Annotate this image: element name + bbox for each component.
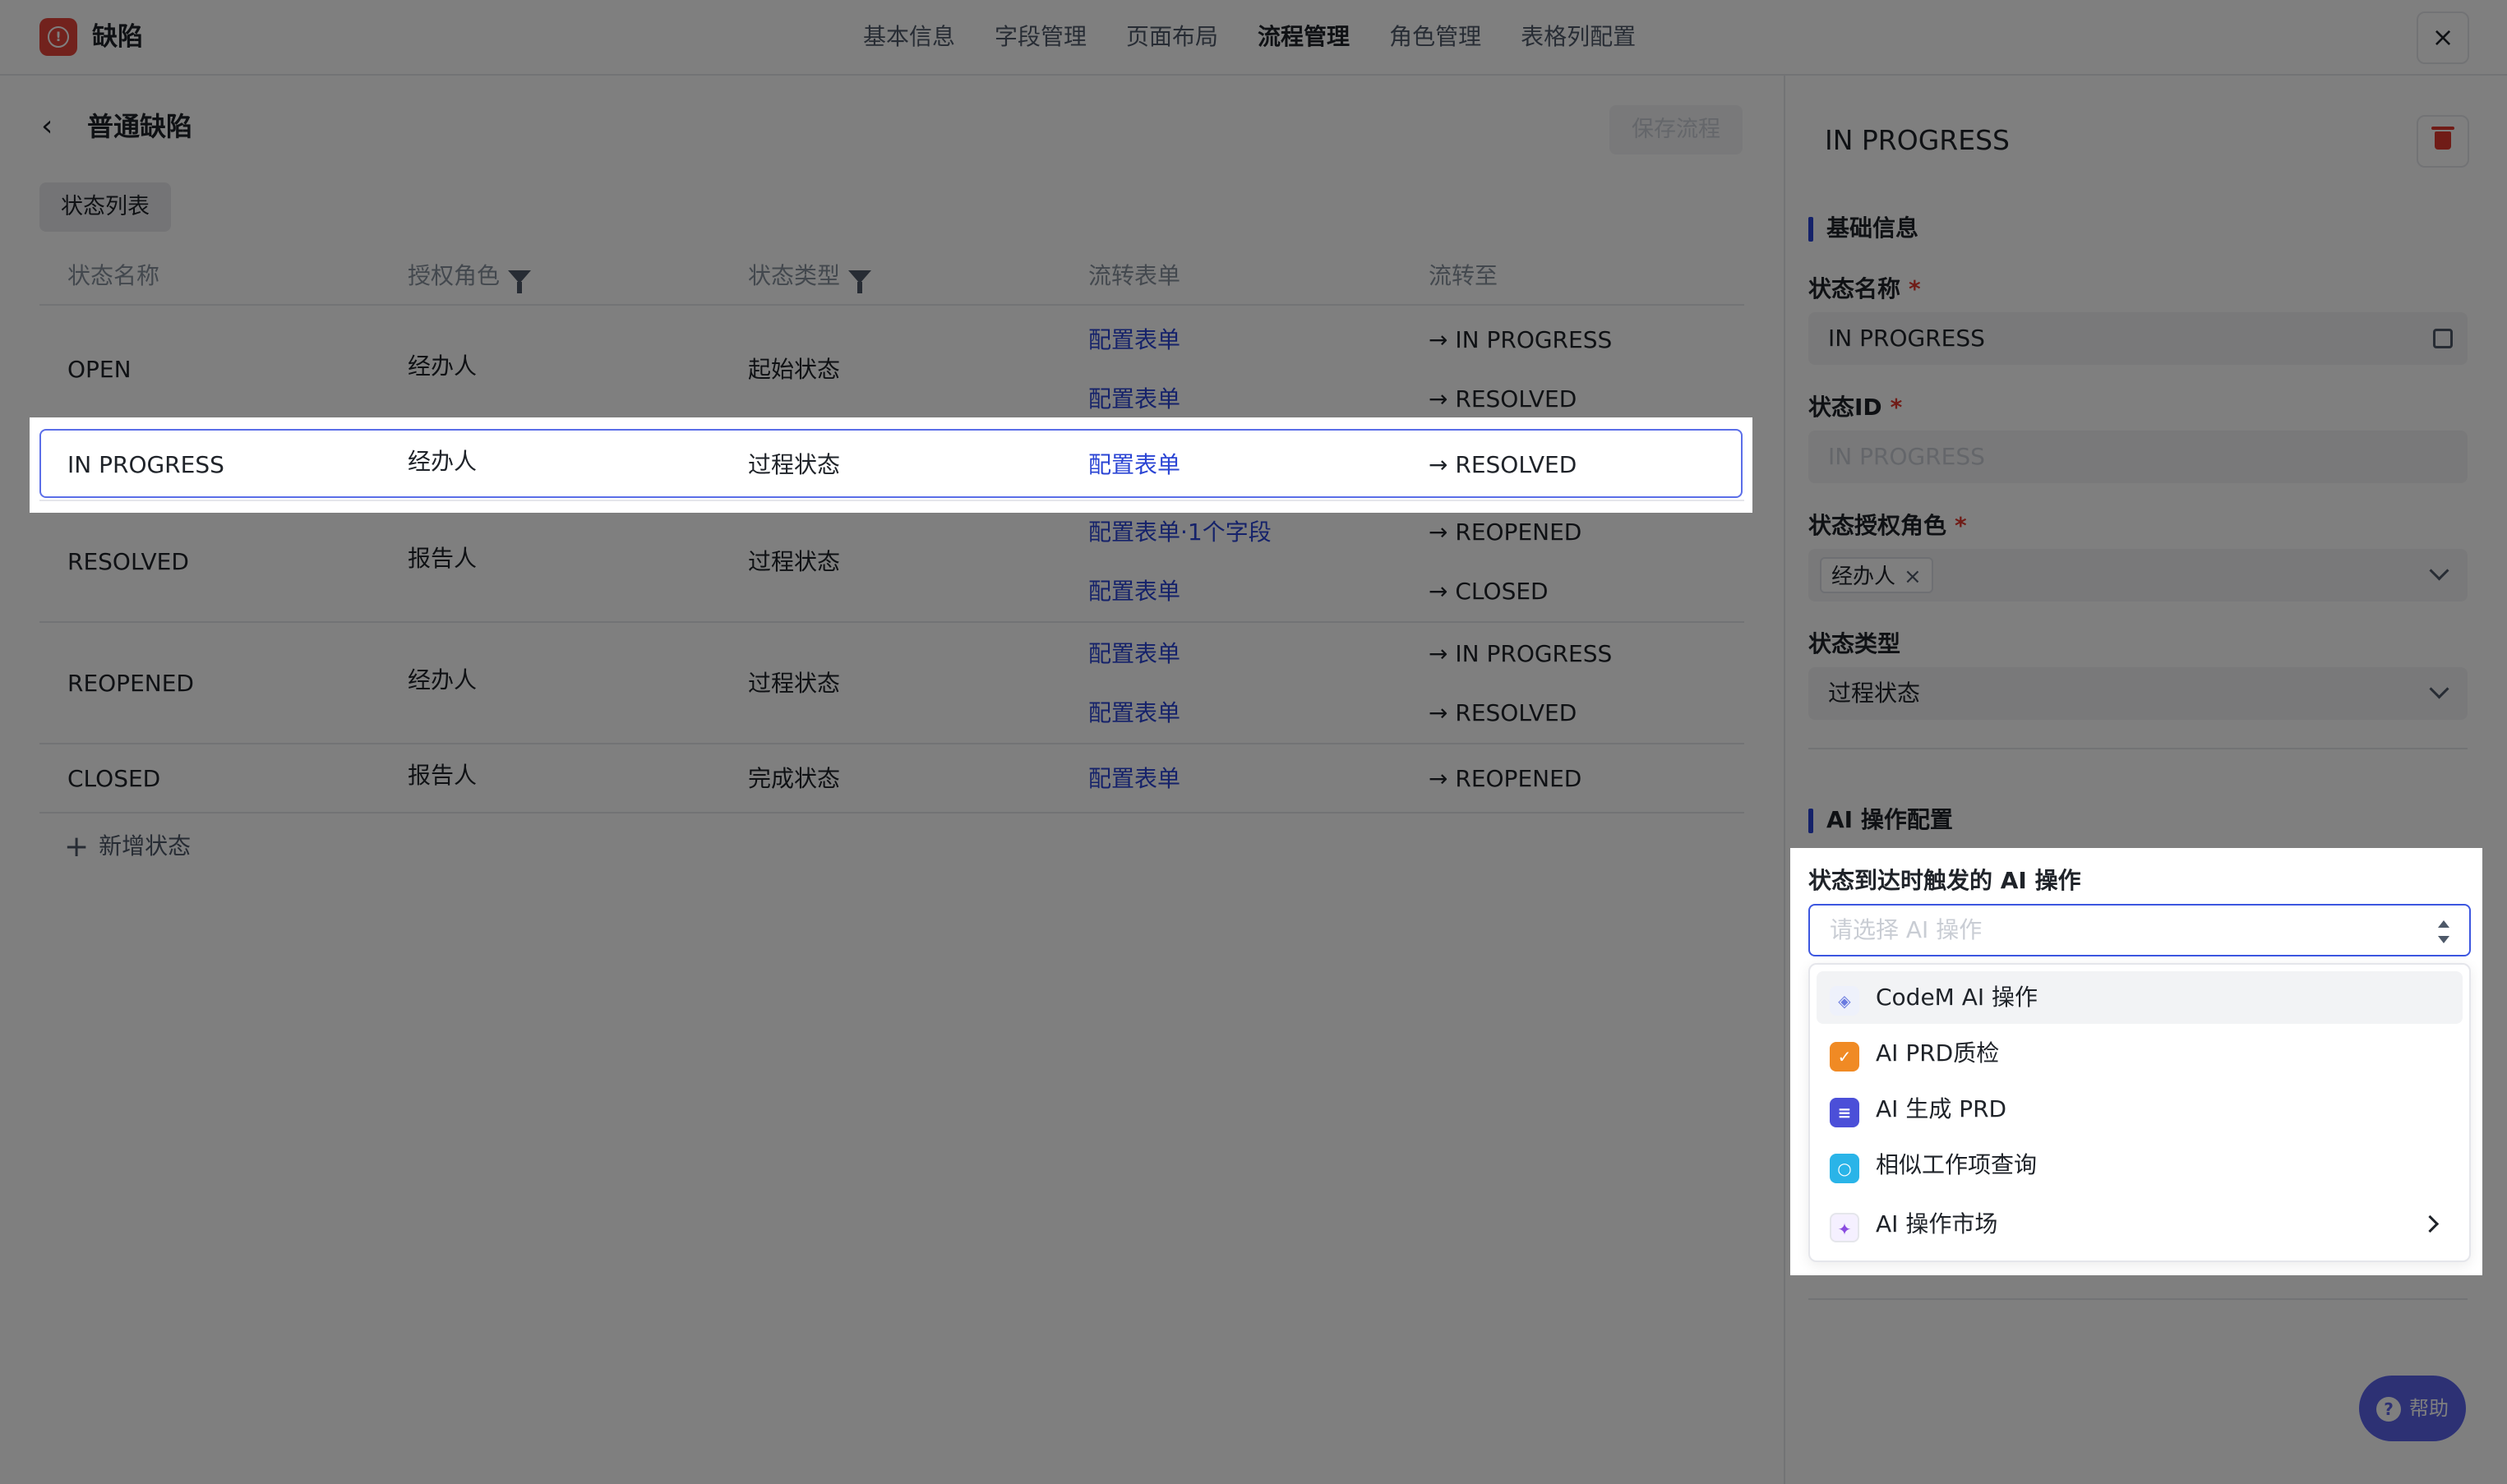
transition-target-label: RESOLVED xyxy=(1455,451,1577,478)
arrow-right-icon: → xyxy=(1429,451,1456,478)
prd-generate-icon: ≡ xyxy=(1830,1098,1859,1127)
sparkle-icon: ✦ xyxy=(1830,1213,1859,1242)
transition-target: → RESOLVED xyxy=(1429,449,1577,482)
search-similar-icon: ○ xyxy=(1830,1154,1859,1183)
state-name-cell: IN PROGRESS xyxy=(67,451,224,478)
config-form-link[interactable]: 配置表单 xyxy=(1088,449,1180,482)
row-divider xyxy=(39,500,1744,501)
codem-icon: ◈ xyxy=(1830,986,1859,1016)
menu-item-label: AI 生成 PRD xyxy=(1876,1095,2007,1122)
chevron-right-icon xyxy=(2421,1214,2440,1233)
modal-overlay xyxy=(1789,513,2507,848)
type-cell: 过程状态 xyxy=(748,451,841,478)
ai-action-select[interactable]: 请选择 AI 操作 xyxy=(1808,904,2471,956)
modal-overlay xyxy=(2359,1376,2466,1441)
menu-item-similar-query[interactable]: ○ 相似工作项查询 xyxy=(1817,1139,2463,1191)
app-root: ! 缺陷 基本信息 字段管理 页面布局 流程管理 角色管理 表格列配置 × ‹ … xyxy=(0,0,2507,1484)
modal-overlay xyxy=(1752,417,2507,513)
menu-item-prd-generate[interactable]: ≡ AI 生成 PRD xyxy=(1817,1083,2463,1136)
role-cell: 经办人 xyxy=(408,448,478,475)
modal-overlay xyxy=(1789,848,1790,1275)
menu-item-ai-market[interactable]: ✦ AI 操作市场 xyxy=(1817,1198,2463,1251)
ai-action-dropdown: ◈ CodeM AI 操作 ✓ AI PRD质检 ≡ AI 生成 PRD ○ 相… xyxy=(1808,963,2471,1262)
menu-item-codem[interactable]: ◈ CodeM AI 操作 xyxy=(1817,971,2463,1024)
sort-icon xyxy=(2438,920,2449,943)
menu-item-label: 相似工作项查询 xyxy=(1876,1151,2038,1178)
modal-overlay xyxy=(0,417,30,513)
menu-item-label: CodeM AI 操作 xyxy=(1876,984,2038,1011)
modal-overlay xyxy=(2482,848,2507,1275)
ai-trigger-label: 状态到达时触发的 AI 操作 xyxy=(1808,867,2081,894)
ai-action-placeholder: 请选择 AI 操作 xyxy=(1830,916,1983,943)
modal-overlay xyxy=(0,0,2507,417)
menu-item-label: AI PRD质检 xyxy=(1876,1039,2000,1067)
modal-overlay xyxy=(0,513,1789,1484)
menu-item-label: AI 操作市场 xyxy=(1876,1210,1998,1237)
menu-item-prd-check[interactable]: ✓ AI PRD质检 xyxy=(1817,1027,2463,1080)
table-row-selected[interactable]: IN PROGRESS 经办人 过程状态 配置表单 → RESOLVED xyxy=(39,429,1743,498)
prd-check-icon: ✓ xyxy=(1830,1042,1859,1072)
